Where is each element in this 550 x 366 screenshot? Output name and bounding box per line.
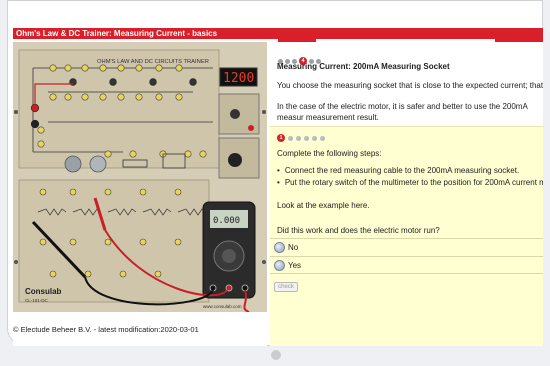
option-yes[interactable]: Yes — [270, 256, 543, 274]
window-title: Ohm's Law & DC Trainer: Measuring Curren… — [13, 28, 543, 39]
step-dot[interactable] — [312, 135, 317, 141]
step-item: Connect the red measuring cable to the 2… — [277, 165, 543, 177]
step-item: Put the rotary switch of the multimeter … — [277, 177, 543, 189]
task-box: 1 Complete the following steps: Connect … — [270, 126, 543, 346]
home-button[interactable] — [271, 350, 281, 360]
meter-display: 0.000 — [213, 216, 240, 226]
step-dot[interactable] — [304, 135, 309, 141]
copyright-text: © Electude Beheer B.V. - latest modifica… — [13, 325, 199, 334]
section-title: Measuring Current: 200mA Measuring Socke… — [277, 62, 450, 71]
website-label: www.consulab.com — [203, 304, 242, 309]
example-link[interactable]: Look at the example here. — [277, 201, 370, 210]
step-dot[interactable] — [296, 135, 301, 141]
lesson-paragraph: In the case of the electric motor, it is… — [277, 102, 528, 122]
option-no[interactable]: No — [270, 238, 543, 256]
step-dot[interactable] — [320, 135, 325, 141]
step-list: Connect the red measuring cable to the 2… — [277, 165, 543, 189]
trainer-board-drawing: OHM'S LAW AND DC CIRCUITS TRAINER 1200 0… — [13, 42, 267, 312]
step-indicator: 1 — [277, 134, 325, 142]
panel-title: OHM'S LAW AND DC CIRCUITS TRAINER — [97, 59, 209, 65]
step-dot[interactable] — [288, 135, 293, 141]
check-button[interactable]: check — [274, 282, 298, 292]
radio-icon[interactable] — [274, 259, 285, 271]
accent-bar-left — [278, 39, 316, 42]
option-label: Yes — [288, 260, 302, 270]
question-text: Did this work and does the electric moto… — [277, 226, 440, 235]
option-label: No — [288, 243, 299, 252]
task-intro: Complete the following steps: — [277, 149, 382, 158]
display-value: 1200 — [223, 71, 254, 86]
radio-icon[interactable] — [274, 242, 285, 253]
model-label: CL-101-DC — [25, 298, 49, 303]
accent-bar-right — [495, 39, 543, 42]
trainer-board-image: OHM'S LAW AND DC CIRCUITS TRAINER 1200 0… — [13, 42, 267, 312]
step-dot-current[interactable]: 1 — [277, 134, 285, 142]
brand-label: Consulab — [25, 287, 62, 296]
lesson-paragraph: You choose the measuring socket that is … — [277, 81, 543, 90]
lesson-panel: 4 Measuring Current: 200mA Measuring Soc… — [270, 39, 543, 346]
